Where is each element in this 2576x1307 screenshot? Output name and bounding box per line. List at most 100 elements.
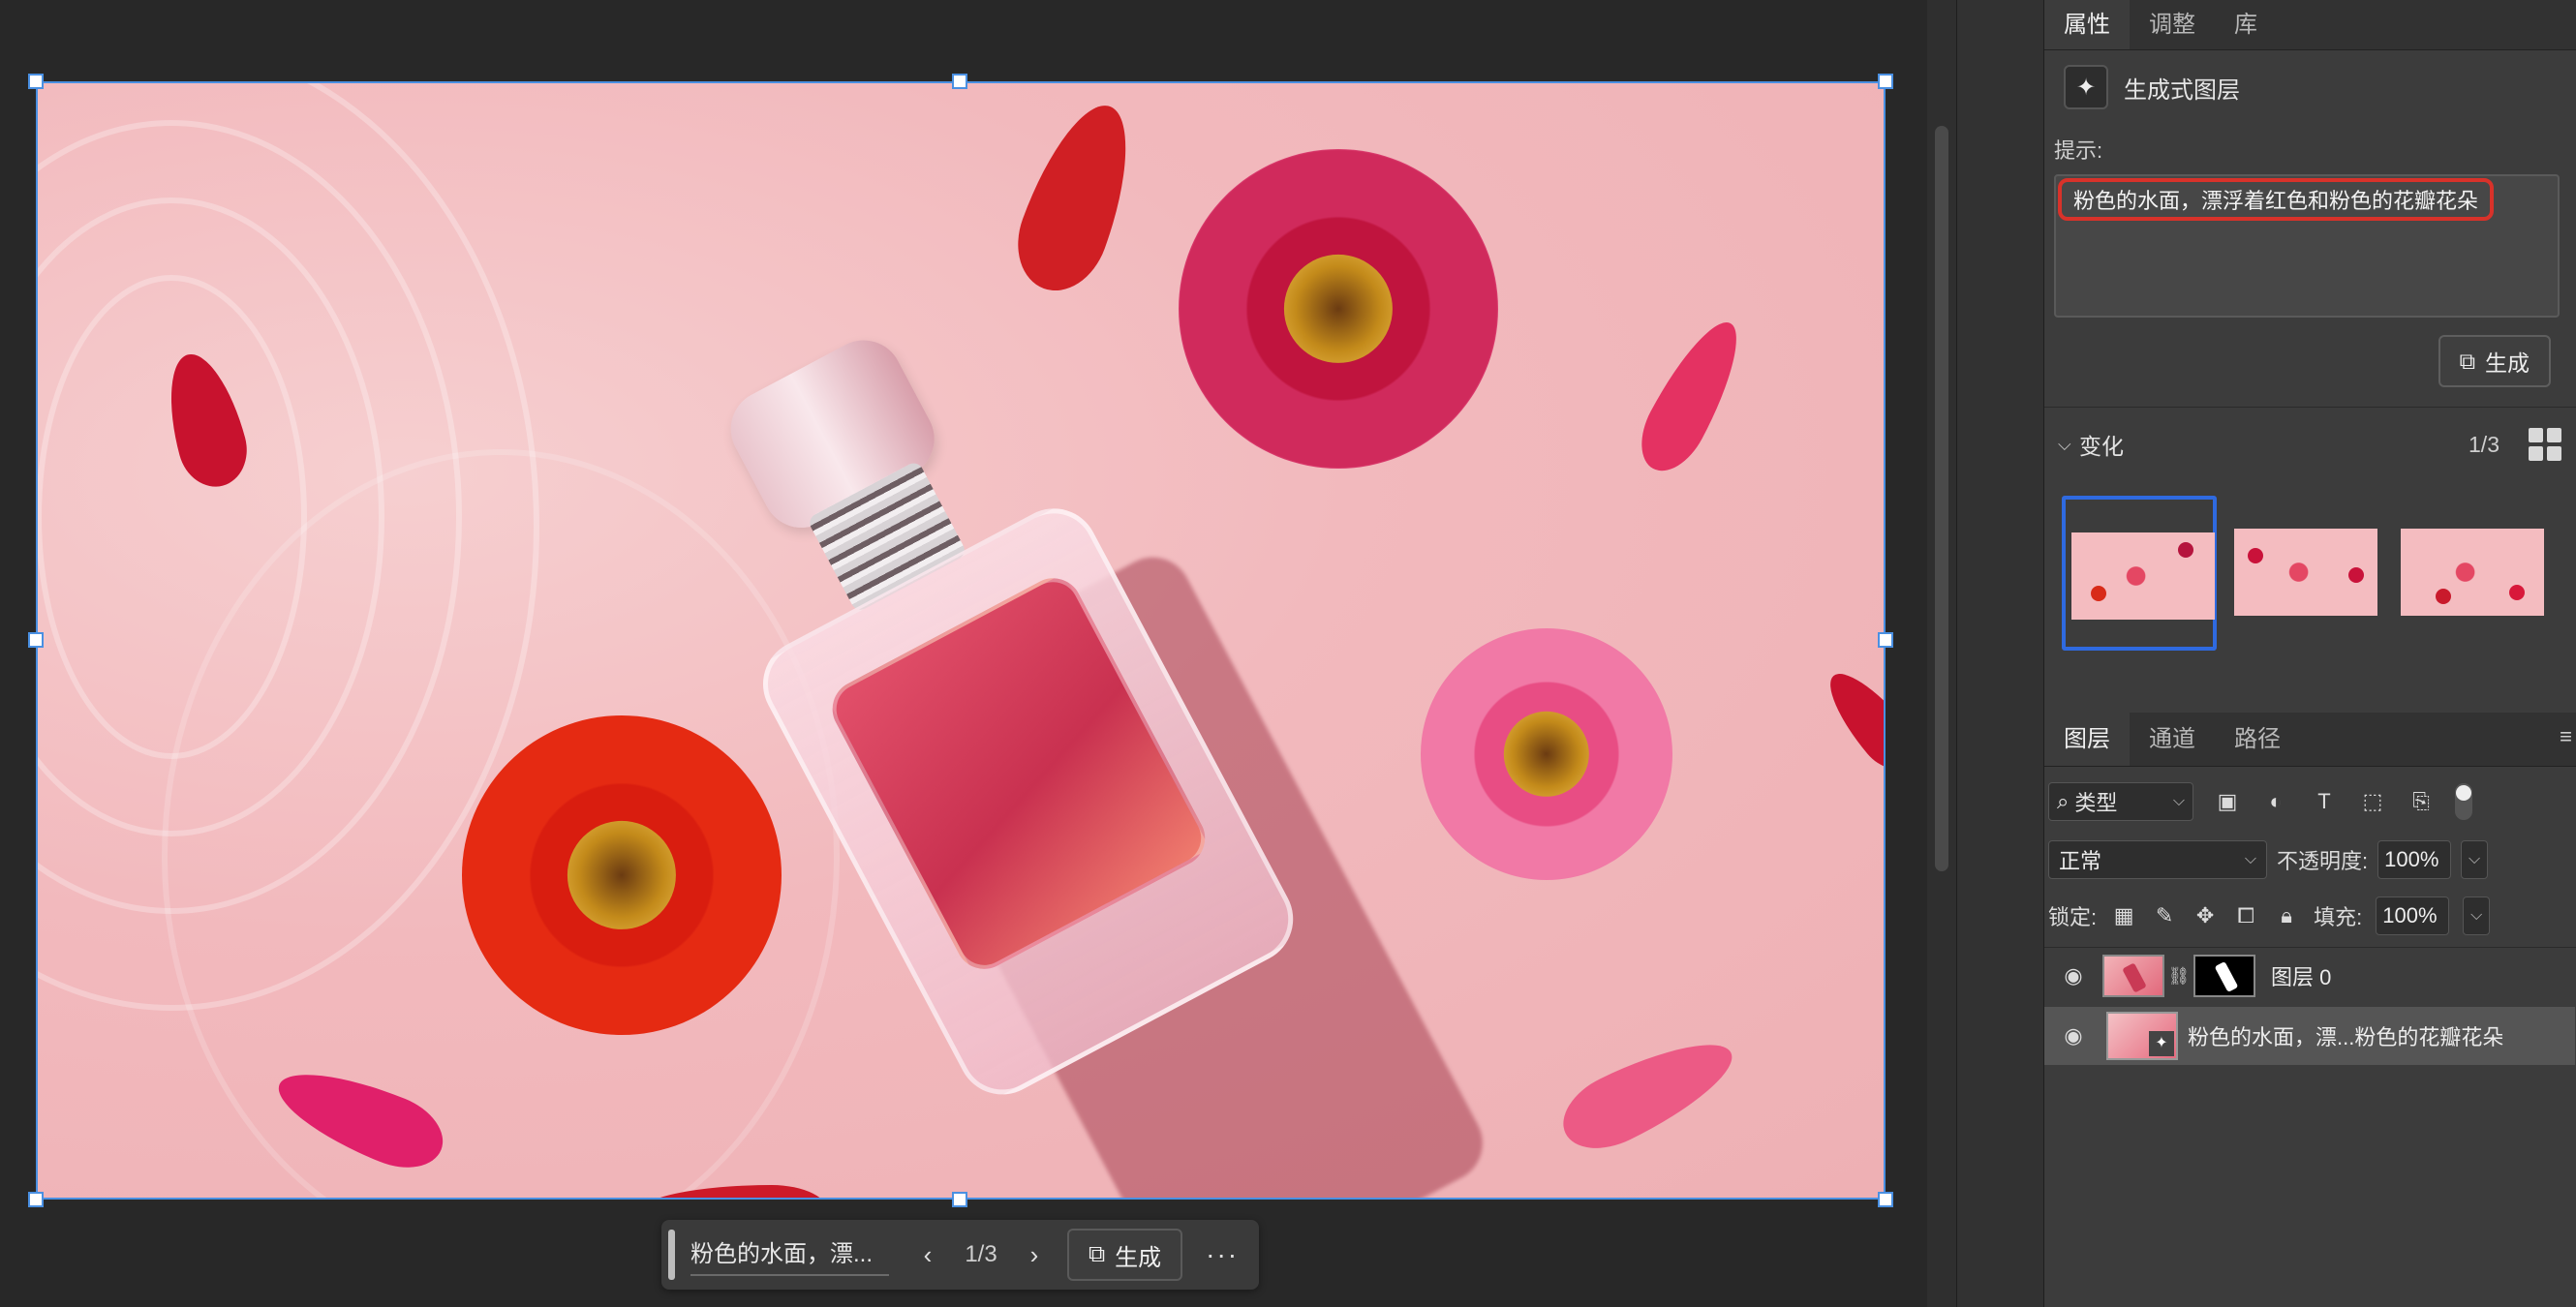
chevron-down-icon[interactable]: ⌵ [2461, 840, 2489, 879]
generative-layer-icon: ✦ [2064, 65, 2108, 109]
transform-handle-bottom-right[interactable] [1878, 1192, 1893, 1207]
tab-properties[interactable]: 属性 [2044, 0, 2130, 49]
blend-mode-select[interactable]: 正常 ⌵ [2048, 840, 2267, 879]
tab-paths[interactable]: 路径 [2215, 713, 2300, 766]
transform-handle-bottom-left[interactable] [28, 1192, 44, 1207]
eye-icon[interactable]: ◉ [2044, 963, 2102, 988]
layer-thumbnail[interactable] [2102, 955, 2164, 997]
layer-kind-label: 生成式图层 [2124, 76, 2240, 104]
chevron-down-icon[interactable]: ⌵ [2058, 435, 2079, 455]
layer-mask-thumbnail[interactable] [2193, 955, 2255, 997]
panel-dock-gutter [1956, 0, 2043, 1307]
chevron-down-icon: ⌵ [2244, 851, 2256, 867]
prompt-label: 提示: [2054, 138, 2103, 163]
generated-image[interactable] [36, 81, 1886, 1200]
task-bar-generate-button[interactable]: ⧉ 生成 [1067, 1229, 1183, 1281]
layer-row[interactable]: ◉ ⛓ 图层 0 [2044, 947, 2575, 1005]
lock-all-icon[interactable]: 🔒︎ [2273, 903, 2300, 928]
chevron-right-icon[interactable]: › [1015, 1240, 1054, 1270]
prompt-value-highlighted[interactable]: 粉色的水面，漂浮着红色和粉色的花瓣花朵 [2058, 178, 2495, 221]
filter-type-icon[interactable]: T [2310, 789, 2339, 814]
layer-filter-select[interactable]: ⌕ 类型 ⌵ [2048, 782, 2193, 821]
photoshop-window: 粉色的水面，漂... ‹ 1/3 › ⧉ 生成 ··· 属性 调整 库 ✦ 生成… [0, 0, 2576, 1307]
opacity-input[interactable]: 100% [2377, 840, 2452, 879]
section-divider [2044, 407, 2576, 408]
transform-handle-right[interactable] [1878, 632, 1893, 648]
canvas-area[interactable]: 粉色的水面，漂... ‹ 1/3 › ⧉ 生成 ··· [0, 0, 1927, 1307]
variations-counter: 1/3 [2469, 431, 2499, 457]
generate-label: 生成 [1115, 1244, 1162, 1271]
filter-type-label: 类型 [2074, 791, 2118, 815]
lock-position-icon[interactable]: ✥ [2192, 903, 2219, 928]
variation-thumbnails [2062, 496, 2565, 651]
tab-libraries[interactable]: 库 [2215, 0, 2277, 49]
generate-icon: ⧉ [2459, 348, 2475, 374]
scrollbar-thumb[interactable] [1935, 126, 1948, 871]
chevron-down-icon: ⌵ [2172, 793, 2185, 809]
lock-brush-icon[interactable]: ✎ [2151, 903, 2178, 928]
fill-value: 100% [2382, 903, 2438, 927]
link-icon[interactable]: ⛓ [2164, 966, 2193, 987]
lock-artboard-icon[interactable]: ⧠ [2232, 903, 2259, 928]
right-panel-dock: 属性 调整 库 ✦ 生成式图层 提示: 粉色的水面，漂浮着红色和粉色的花瓣花朵 … [2043, 0, 2576, 1307]
opacity-label: 不透明度: [2277, 849, 2369, 873]
grid-view-icon[interactable] [2529, 428, 2561, 461]
filter-smart-object-icon[interactable]: ⎘ [2407, 789, 2436, 814]
transform-handle-top-right[interactable] [1878, 74, 1893, 89]
layer-name[interactable]: 图层 0 [2271, 960, 2331, 991]
bottle-body [747, 493, 1309, 1110]
lock-row: 锁定: ▦ ✎ ✥ ⧠ 🔒︎ 填充: 100% ⌵ [2048, 897, 2571, 935]
transform-handle-left[interactable] [28, 632, 44, 648]
properties-panel-tabs: 属性 调整 库 [2044, 0, 2576, 50]
variations-header[interactable]: ⌵ 变化 1/3 [2058, 428, 2561, 461]
red-petal [1815, 659, 1886, 781]
pink-gerbera-flower [1421, 628, 1672, 880]
red-petal [1002, 91, 1151, 304]
layers-panel-tabs: 图层 通道 路径 [2044, 713, 2576, 767]
variation-thumbnail-2[interactable] [2228, 496, 2383, 651]
layer-filter-row: ⌕ 类型 ⌵ ▣ ◐ T ⬚ ⎘ [2048, 782, 2571, 821]
filter-pixel-icon[interactable]: ▣ [2213, 789, 2242, 814]
transform-handle-bottom[interactable] [952, 1192, 967, 1207]
lock-label: 锁定: [2048, 905, 2098, 929]
variation-counter: 1/3 [965, 1241, 997, 1267]
generative-layer-thumbnail[interactable]: ✦ [2106, 1012, 2178, 1060]
tab-layers[interactable]: 图层 [2044, 713, 2130, 766]
pink-petal [1550, 1021, 1746, 1165]
search-icon: ⌕ [2057, 789, 2070, 813]
opacity-value: 100% [2384, 847, 2439, 871]
task-bar-prompt-field[interactable]: 粉色的水面，漂... [690, 1234, 889, 1276]
variation-thumbnail-3[interactable] [2395, 496, 2550, 651]
tab-channels[interactable]: 通道 [2130, 713, 2215, 766]
generate-button-label: 生成 [2485, 350, 2530, 376]
contextual-task-bar: 粉色的水面，漂... ‹ 1/3 › ⧉ 生成 ··· [661, 1220, 1259, 1290]
fill-input[interactable]: 100% [2376, 897, 2450, 935]
eye-icon[interactable]: ◉ [2044, 1023, 2102, 1049]
magenta-gerbera-flower [1179, 149, 1498, 469]
ellipsis-icon[interactable]: ··· [1206, 1239, 1239, 1270]
layer-name[interactable]: 粉色的水面，漂...粉色的花瓣花朵 [2188, 1020, 2503, 1051]
chevron-down-icon[interactable]: ⌵ [2463, 897, 2491, 935]
layer-row-selected[interactable]: ◉ ✦ 粉色的水面，漂...粉色的花瓣花朵 [2044, 1007, 2575, 1065]
variations-title: 变化 [2079, 434, 2124, 459]
blend-mode-value: 正常 [2059, 849, 2102, 873]
filter-toggle-switch[interactable] [2455, 783, 2472, 820]
canvas-vertical-scrollbar[interactable] [1927, 0, 1956, 1307]
properties-header: ✦ 生成式图层 [2044, 50, 2576, 124]
generate-button[interactable]: ⧉ 生成 [2438, 335, 2551, 387]
blend-row: 正常 ⌵ 不透明度: 100% ⌵ [2048, 840, 2571, 879]
filter-adjustment-icon[interactable]: ◐ [2261, 789, 2290, 814]
transform-handle-top-left[interactable] [28, 74, 44, 89]
fill-label: 填充: [2314, 905, 2363, 929]
chevron-left-icon[interactable]: ‹ [908, 1240, 947, 1270]
prompt-textarea[interactable]: 粉色的水面，漂浮着红色和粉色的花瓣花朵 [2054, 174, 2560, 318]
panel-menu-icon[interactable]: ≡ [2560, 724, 2572, 749]
transform-handle-top[interactable] [952, 74, 967, 89]
task-bar-grip-handle[interactable] [668, 1230, 675, 1280]
filter-shape-icon[interactable]: ⬚ [2358, 789, 2387, 814]
tab-adjustments[interactable]: 调整 [2130, 0, 2215, 49]
pink-petal [1627, 309, 1757, 483]
red-gerbera-flower [462, 715, 782, 1035]
lock-transparency-icon[interactable]: ▦ [2110, 903, 2137, 928]
variation-thumbnail-1[interactable] [2062, 496, 2217, 651]
